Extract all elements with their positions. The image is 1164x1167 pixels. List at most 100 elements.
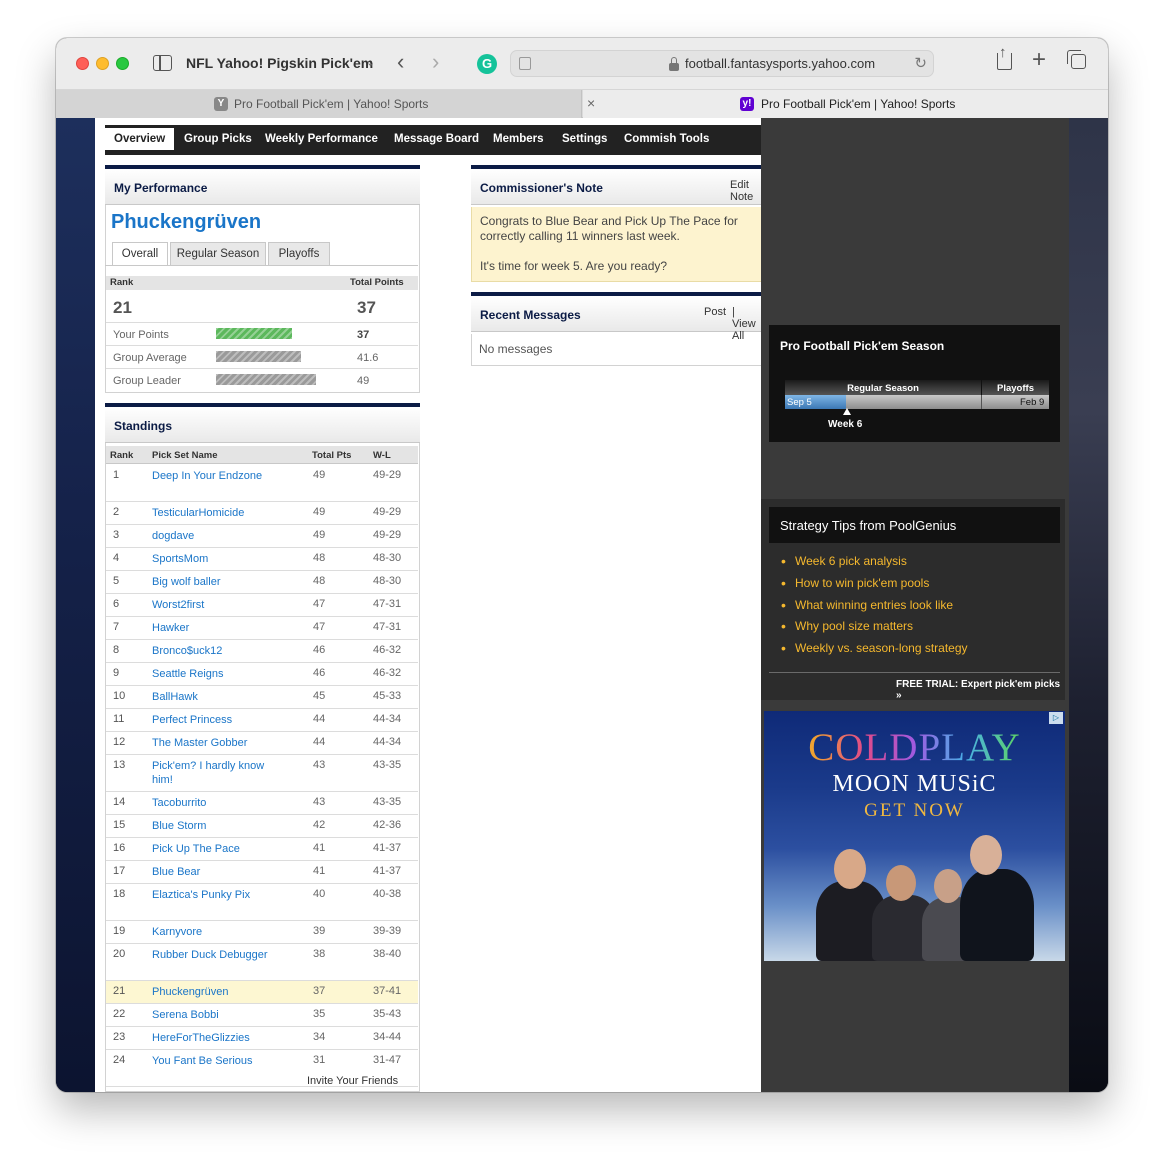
browser-window: NFL Yahoo! Pigskin Pick'em ⌄ ‹ › G footb… [56,38,1108,1092]
table-row: 20 Rubber Duck Debugger 38 38-40 [106,944,418,981]
browser-tab-active[interactable]: y! Pro Football Pick'em | Yahoo! Sports [583,90,1108,118]
team-name[interactable]: Phuckengrüven [111,211,261,234]
standing-total-pts: 15 [313,1091,325,1092]
pick-set-name-link[interactable]: Pick Up The Pace [152,842,272,856]
back-arrow-icon[interactable]: ‹ [397,51,404,73]
pick-set-name-link[interactable]: TesticularHomicide [152,506,272,520]
table-row: 23 HereForTheGlizzies 34 34-44 [106,1027,418,1050]
pick-set-name-link[interactable]: Elaztica's Punky Pix [152,888,272,902]
tip-link[interactable]: What winning entries look like [781,597,953,613]
pick-set-name-link[interactable]: The Master Gobber [152,736,272,750]
rank-label: Rank [110,277,134,288]
pick-set-name-link[interactable]: Moosethis1 [152,1091,272,1092]
nav-message-board[interactable]: Message Board [394,133,479,145]
standings-column-headers: Rank Pick Set Name Total Pts W-L [106,446,418,464]
edit-note-link[interactable]: Edit Note [730,179,761,203]
pick-set-name-link[interactable]: Blue Storm [152,819,272,833]
panel-title: Recent Messages [480,308,581,322]
nav-overview[interactable]: Overview [105,128,175,150]
standing-w-l: 41-37 [373,865,402,877]
standing-w-l: 46-32 [373,644,402,656]
chevron-down-icon[interactable]: ⌄ [366,56,375,69]
pick-set-name-link[interactable]: HereForTheGlizzies [152,1031,272,1045]
standing-rank: 13 [113,759,126,771]
standing-w-l: 38-40 [373,948,402,960]
rank-value: 21 [113,298,132,317]
close-window-button[interactable] [76,57,89,70]
col-pick-set-name[interactable]: Pick Set Name [152,450,217,461]
nav-commish-tools[interactable]: Commish Tools [624,133,709,145]
pick-set-name-link[interactable]: Bronco$uck12 [152,644,272,658]
pick-set-name-link[interactable]: Hawker [152,621,272,635]
invite-friends-link[interactable]: Invite Your Friends [307,1075,398,1087]
pick-set-name-link[interactable]: Seattle Reigns [152,667,272,681]
standing-w-l: 49-29 [373,529,402,541]
table-row: 15 Blue Storm 42 42-36 [106,815,418,838]
pick-set-name-link[interactable]: Blue Bear [152,865,272,879]
pick-set-name-link[interactable]: Tacoburrito [152,796,272,810]
reload-icon[interactable]: ↻ [914,54,927,72]
tip-link[interactable]: Week 6 pick analysis [781,553,907,569]
pick-set-name-link[interactable]: Pick'em? I hardly know him! [152,759,272,787]
yahoo-favicon-icon: y! [740,97,754,111]
col-w-l[interactable]: W-L [373,450,391,461]
pick-set-name-link[interactable]: Serena Bobbi [152,1008,272,1022]
nav-members[interactable]: Members [493,133,544,145]
standing-rank: 6 [113,598,120,610]
pick-set-name-link[interactable]: You Fant Be Serious [152,1054,272,1068]
zoom-window-button[interactable] [116,57,129,70]
advertisement[interactable]: ▷ COLDPLAY MOON MUSiC GET NOW [764,711,1065,961]
table-row: 7 Hawker 47 47-31 [106,617,418,640]
tab-playoffs[interactable]: Playoffs [268,242,330,266]
pick-set-name-link[interactable]: Phuckengrüven [152,985,272,999]
standing-rank: 8 [113,644,120,656]
pick-set-name-link[interactable]: Rubber Duck Debugger [152,948,272,962]
address-bar[interactable]: football.fantasysports.yahoo.com ↻ [510,50,934,77]
pick-set-name-link[interactable]: Worst2first [152,598,272,612]
window-title[interactable]: NFL Yahoo! Pigskin Pick'em [186,55,373,71]
nav-settings[interactable]: Settings [562,133,607,145]
nav-group-picks[interactable]: Group Picks [184,133,252,145]
tip-link[interactable]: How to win pick'em pools [781,575,929,591]
tab-overall[interactable]: Overall [112,242,168,266]
your-points-label: Your Points [113,329,169,341]
browser-tab[interactable]: Y Pro Football Pick'em | Yahoo! Sports [56,90,582,118]
tip-link[interactable]: Weekly vs. season-long strategy [781,640,967,656]
close-tab-icon[interactable]: × [587,95,595,111]
minimize-window-button[interactable] [96,57,109,70]
pick-set-name-link[interactable]: Deep In Your Endzone [152,469,272,483]
adchoices-icon[interactable]: ▷ [1049,712,1063,724]
grammarly-extension-icon[interactable]: G [477,54,497,74]
pick-set-name-link[interactable]: Perfect Princess [152,713,272,727]
band-member [960,869,1034,961]
free-trial-link[interactable]: FREE TRIAL: Expert pick'em picks » [896,679,1065,701]
share-icon[interactable] [997,44,1012,70]
forward-arrow-icon[interactable]: › [432,51,439,73]
post-message-link[interactable]: Post [704,306,726,318]
tab-regular-season[interactable]: Regular Season [170,242,266,266]
your-points-value: 37 [357,329,370,341]
tip-link[interactable]: Why pool size matters [781,618,913,634]
nav-weekly-performance[interactable]: Weekly Performance [265,133,378,145]
new-tab-icon[interactable]: + [1032,48,1046,72]
pick-set-name-link[interactable]: Karnyvore [152,925,272,939]
commissioner-message: Congrats to Blue Bear and Pick Up The Pa… [471,207,785,282]
standing-w-l: 31-47 [373,1054,402,1066]
standing-w-l: 46-32 [373,667,402,679]
pick-set-name-link[interactable]: dogdave [152,529,272,543]
col-total-pts[interactable]: Total Pts [312,450,351,461]
tab-overview-icon[interactable] [1067,50,1086,69]
league-nav: Overview Group Picks Weekly Performance … [105,125,761,155]
pick-set-name-link[interactable]: Big wolf baller [152,575,272,589]
standing-rank: 15 [113,819,126,831]
col-rank[interactable]: Rank [110,450,133,461]
standing-total-pts: 31 [313,1054,326,1066]
standing-w-l: 39-39 [373,925,402,937]
season-start-label: Sep 5 [787,397,812,408]
pick-set-name-link[interactable]: SportsMom [152,552,272,566]
sidebar-toggle-icon[interactable] [153,55,172,71]
ad-cta[interactable]: GET NOW [764,800,1065,822]
table-row: 19 Karnyvore 39 39-39 [106,921,418,944]
url-text[interactable]: football.fantasysports.yahoo.com [685,56,875,71]
pick-set-name-link[interactable]: BallHawk [152,690,272,704]
